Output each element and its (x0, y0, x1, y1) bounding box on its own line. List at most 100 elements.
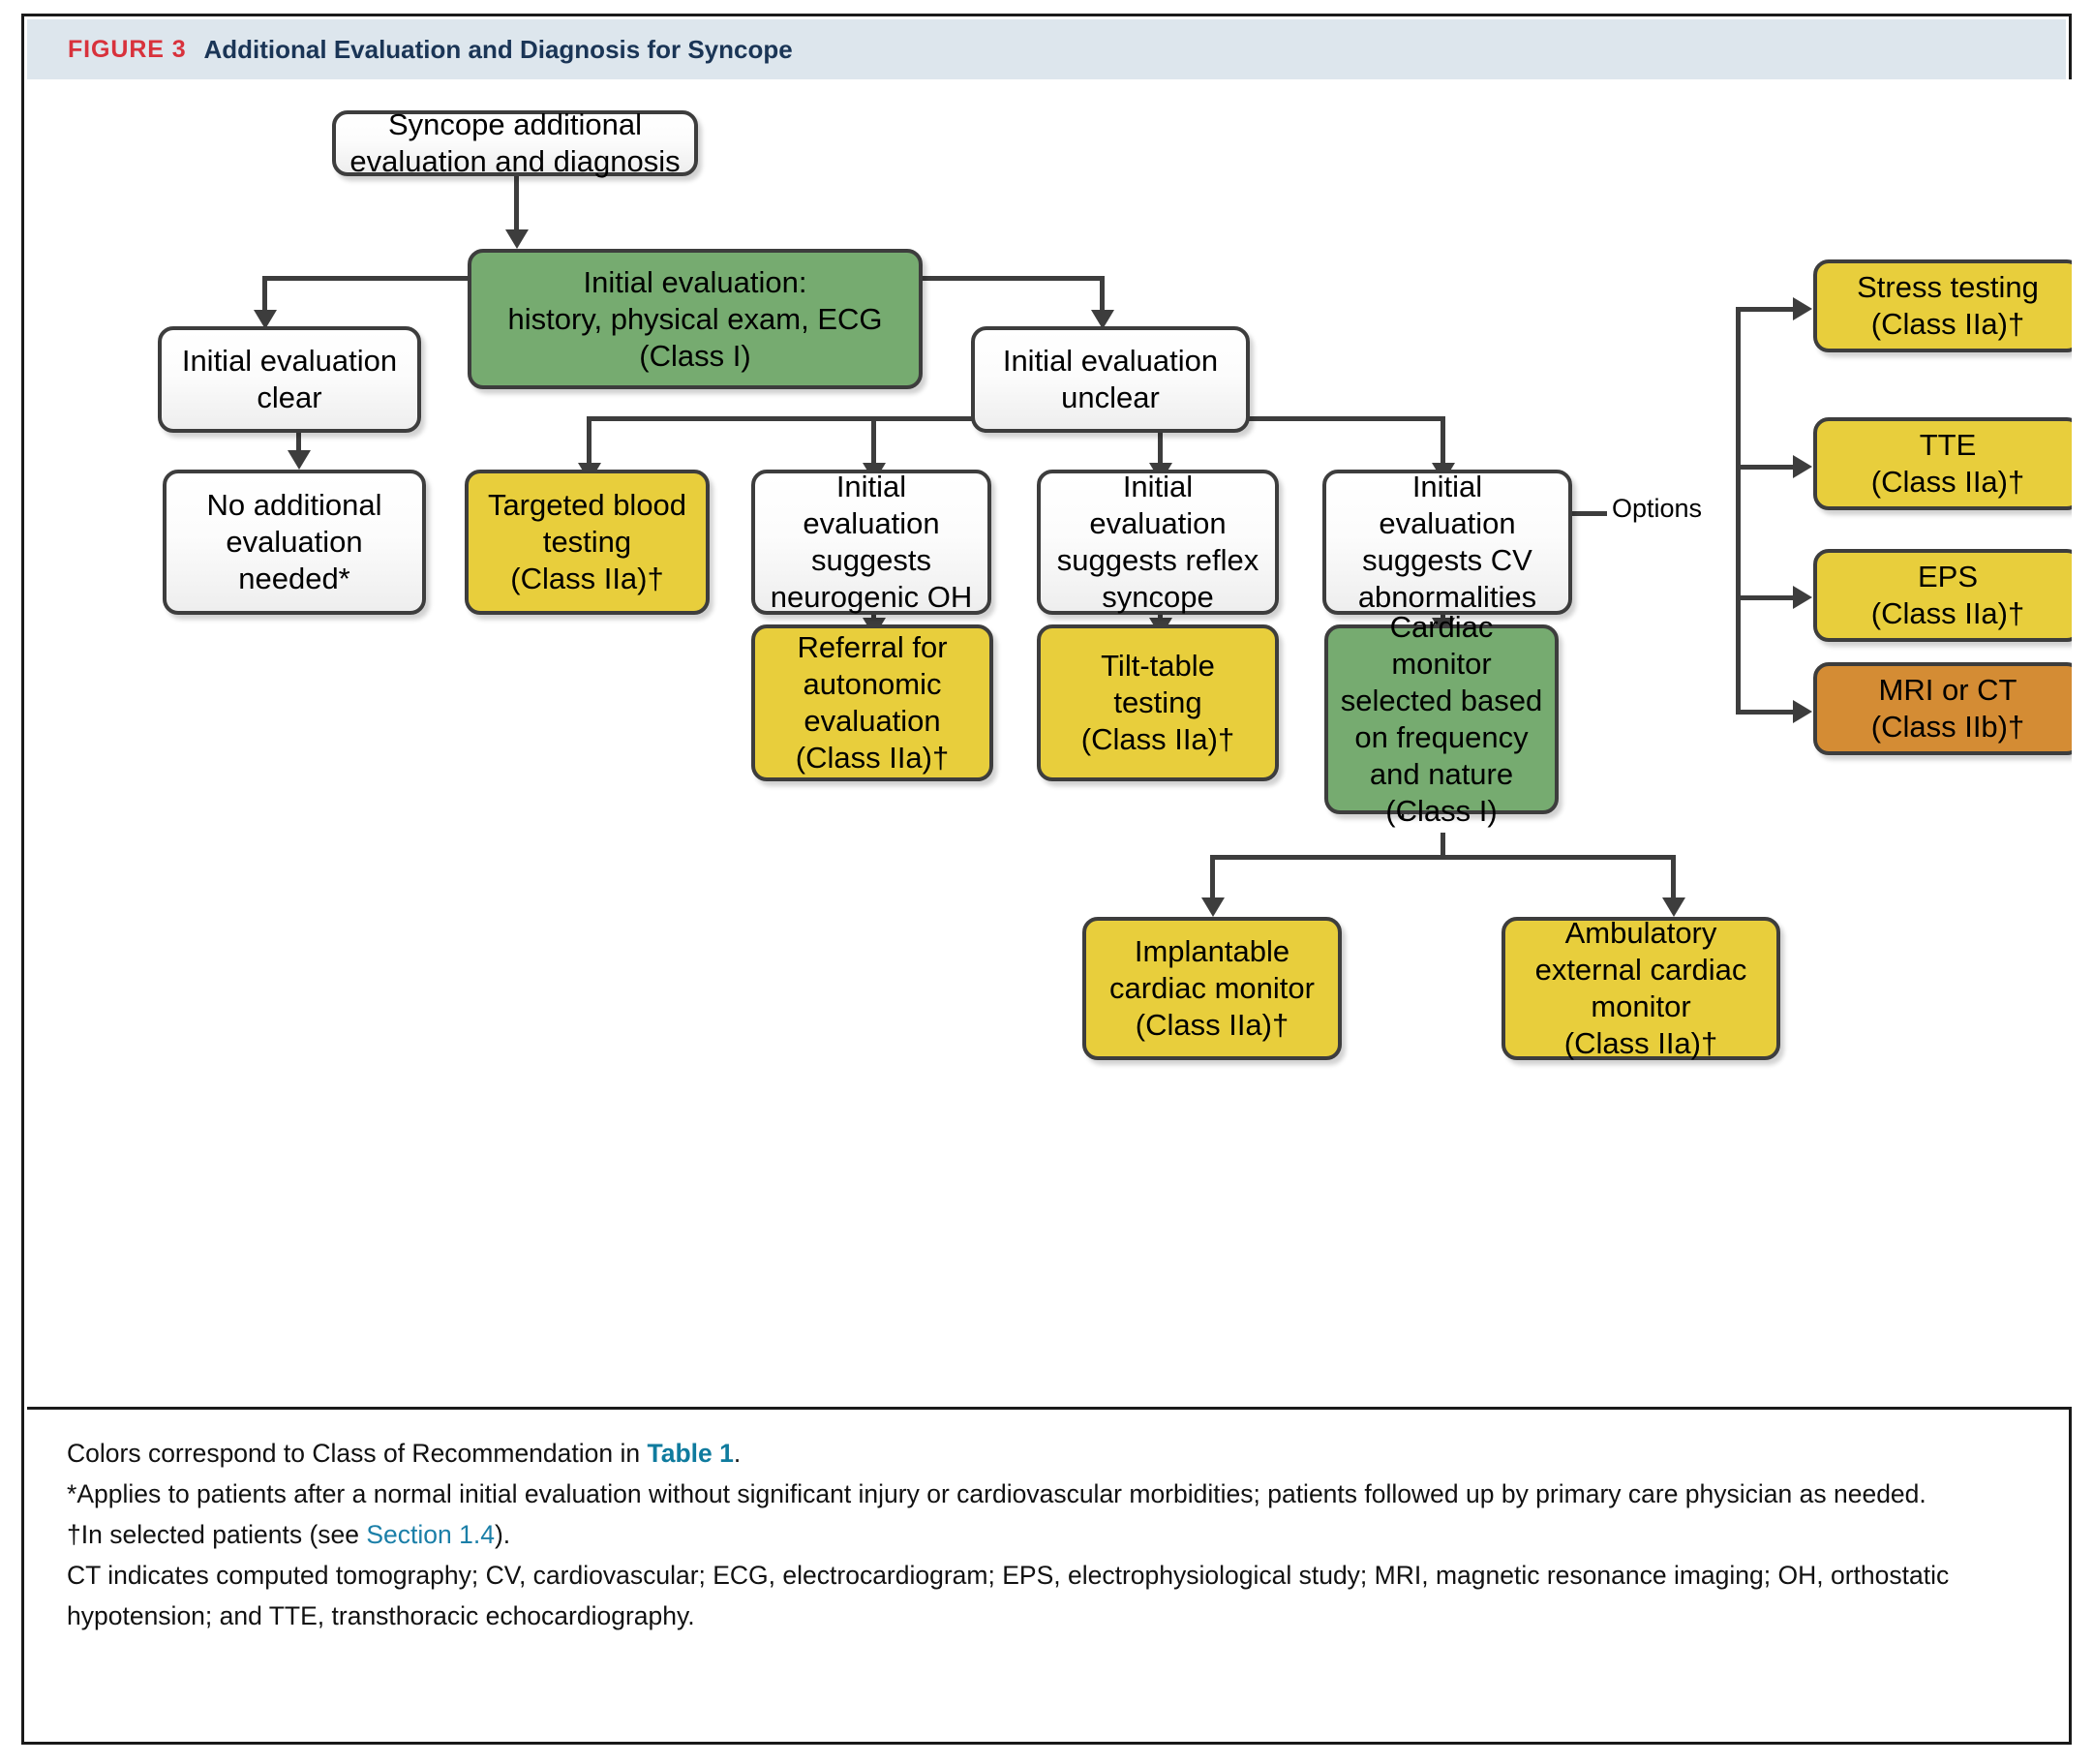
footnote-colors-pre: Colors correspond to Class of Recommenda… (67, 1439, 648, 1468)
node-label-line1: Ambulatory (1564, 916, 1717, 950)
node-label-line1: Referral for (797, 630, 948, 664)
edge-options-spine (1736, 307, 1741, 714)
node-targeted-blood-testing[interactable]: Targeted blood testing (Class IIa)† (465, 470, 710, 615)
node-label-line2: autonomic (803, 667, 942, 701)
node-tte[interactable]: TTE (Class IIa)† (1813, 417, 2072, 510)
node-label-line2: (Class IIb)† (1870, 710, 2025, 744)
node-label-line4: neurogenic OH (770, 580, 973, 614)
node-label-line2: testing (542, 525, 632, 559)
node-label-line4: syncope (1102, 580, 1214, 614)
node-label-line2: cardiac monitor (1109, 971, 1315, 1005)
node-label-line3: suggests (810, 543, 932, 577)
edge-label-options-right: Options (1607, 494, 1708, 524)
node-implantable-cardiac-monitor[interactable]: Implantable cardiac monitor (Class IIa)† (1082, 917, 1342, 1060)
node-label-line3: (Class I) (639, 338, 751, 373)
node-label-line4: (Class IIa)† (1563, 1026, 1718, 1060)
node-label-line2: selected based (1340, 684, 1543, 717)
figure-page: FIGURE 3 Additional Evaluation and Diagn… (0, 0, 2093, 1764)
node-label-line2: unclear (1061, 380, 1160, 414)
node-syncope-start[interactable]: Syncope additional evaluation and diagno… (332, 107, 698, 178)
node-label-line2: evaluation (1089, 506, 1227, 540)
node-label-line2: evaluation (226, 525, 363, 559)
figure-title: Additional Evaluation and Diagnosis for … (203, 34, 793, 64)
node-label-line2: clear (257, 380, 322, 414)
node-label-line1: Cardiac monitor (1389, 610, 1494, 681)
edge-cv-options-stub (1571, 511, 1608, 516)
figure-frame: FIGURE 3 Additional Evaluation and Diagn… (21, 14, 2072, 1745)
edge-bus-implantable-v (1210, 855, 1215, 901)
footnote-colors-post: . (733, 1439, 742, 1468)
node-label-line1: EPS (1917, 560, 1979, 593)
node-label-line2: evaluation (803, 506, 940, 540)
arrowhead-eps (1793, 586, 1812, 609)
node-mri-or-ct[interactable]: MRI or CT (Class IIb)† (1813, 662, 2072, 755)
node-label-line2: history, physical exam, ECG (507, 301, 883, 336)
arrowhead-initial (505, 229, 529, 249)
edge-bus-monitors (1210, 855, 1676, 860)
node-label-line3: on frequency (1354, 720, 1529, 754)
node-label-line2: (Class IIa)† (1870, 465, 2025, 499)
node-suggests-cv-abnormalities[interactable]: Initial evaluation suggests CV abnormali… (1322, 470, 1572, 615)
node-label-line3: (Class IIa)† (510, 562, 664, 595)
node-label-line2: testing (1113, 685, 1202, 719)
node-cardiac-monitor-selected[interactable]: Cardiac monitor selected based on freque… (1324, 610, 1559, 828)
arrowhead-mrict (1793, 700, 1812, 723)
footnote-dagger: †In selected patients (see Section 1.4). (67, 1514, 2042, 1555)
edge-unclear-blood-v (587, 416, 592, 467)
arrowhead-stress (1793, 297, 1812, 320)
section-1-4-link[interactable]: Section 1.4 (366, 1520, 495, 1549)
node-label-line1: Targeted blood (487, 488, 687, 522)
edge-initial-clear-v (262, 276, 267, 313)
node-ambulatory-external-cardiac-monitor[interactable]: Ambulatory external cardiac monitor (Cla… (1502, 916, 1780, 1060)
node-label-line1: Initial (1122, 470, 1194, 503)
node-suggests-neurogenic-oh[interactable]: Initial evaluation suggests neurogenic O… (751, 470, 991, 615)
node-label-line2: (Class IIa)† (1870, 307, 2025, 341)
node-label-line1: Initial (835, 470, 907, 503)
node-suggests-reflex-syncope[interactable]: Initial evaluation suggests reflex synco… (1037, 470, 1279, 615)
footnote-abbreviations: CT indicates computed tomography; CV, ca… (67, 1561, 1950, 1630)
arrowhead-tte (1793, 455, 1812, 478)
footer-divider (27, 1407, 2072, 1410)
node-initial-evaluation-clear[interactable]: Initial evaluation clear (158, 326, 421, 433)
node-referral-autonomic-evaluation[interactable]: Referral for autonomic evaluation (Class… (751, 624, 993, 781)
node-label-line1: MRI or CT (1878, 673, 2017, 707)
arrowhead-noeval (288, 450, 311, 470)
arrowhead-ambulatory (1662, 897, 1685, 917)
node-stress-testing[interactable]: Stress testing (Class IIa)† (1813, 259, 2072, 352)
figure-footnotes: Colors correspond to Class of Recommenda… (67, 1433, 2042, 1636)
node-label-line4: and nature (1369, 757, 1514, 791)
node-label-line3: (Class IIa)† (1080, 722, 1235, 756)
edge-spine-mrict (1736, 710, 1796, 715)
node-label-line1: TTE (1919, 428, 1977, 462)
node-no-additional-evaluation[interactable]: No additional evaluation needed* (163, 470, 426, 615)
node-initial-evaluation-unclear[interactable]: Initial evaluation unclear (971, 326, 1250, 433)
node-label-line1: Initial (1411, 470, 1483, 503)
node-label-line1: Initial evaluation (181, 344, 398, 378)
node-label-line3: suggests reflex (1056, 543, 1259, 577)
node-label-line1: No additional (206, 488, 382, 522)
footnote-colors: Colors correspond to Class of Recommenda… (67, 1433, 2042, 1474)
node-label-line1: Stress testing (1857, 270, 2039, 304)
node-label: Syncope additional evaluation and diagno… (349, 107, 681, 178)
node-label-line1: Tilt-table (1101, 649, 1215, 683)
flowchart-canvas: Options Options Syncope additional evalu… (27, 79, 2072, 1407)
edge-spine-eps (1736, 595, 1796, 600)
node-label-line3: evaluation (804, 704, 941, 738)
node-label-line2: external cardiac (1534, 953, 1747, 987)
node-label-line3: monitor (1591, 989, 1691, 1023)
edge-initial-unclear-v (1100, 276, 1105, 313)
edge-start-initial (514, 176, 519, 232)
node-eps[interactable]: EPS (Class IIa)† (1813, 549, 2072, 642)
footnote-dagger-post: ). (494, 1520, 511, 1549)
node-label-line3: needed* (238, 562, 350, 595)
node-initial-evaluation[interactable]: Initial evaluation: history, physical ex… (468, 249, 923, 389)
table-1-link[interactable]: Table 1 (647, 1439, 733, 1468)
edge-unclear-cv-v (1441, 416, 1445, 467)
node-label-line1: Initial evaluation (1002, 344, 1219, 378)
node-tilt-table-testing[interactable]: Tilt-table testing (Class IIa)† (1037, 624, 1279, 781)
edge-bus-ambulatory-v (1671, 855, 1676, 901)
node-label-line1: Initial evaluation: (583, 264, 807, 299)
edge-spine-stress (1736, 307, 1796, 312)
edge-spine-tte (1736, 465, 1796, 470)
arrowhead-implantable (1201, 897, 1225, 917)
